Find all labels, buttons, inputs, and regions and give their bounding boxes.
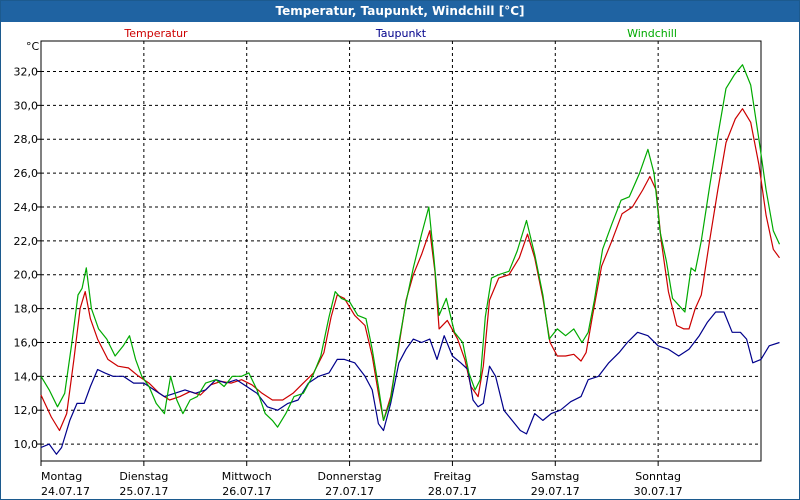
legend-temperatur: Temperatur — [123, 27, 188, 40]
plot-area — [40, 40, 762, 462]
chart-window: 10,0 12,0 14,0 16,0 18,0 20,0 22,0 24,0 26,0 28,0… — [0, 0, 800, 500]
x-tick-date: 25.07.17 — [119, 485, 168, 498]
y-tick-label: 32,0 — [14, 65, 39, 78]
y-tick-label: 14,0 — [14, 370, 39, 383]
x-tick-day: Donnerstag — [317, 470, 381, 483]
x-tick-date: 29.07.17 — [531, 485, 580, 498]
x-tick-date: 26.07.17 — [222, 485, 271, 498]
y-tick-label: 24,0 — [14, 201, 39, 214]
y-tick-label: 20,0 — [14, 269, 39, 282]
x-tick-date: 28.07.17 — [428, 485, 477, 498]
x-tick-day: Dienstag — [119, 470, 168, 483]
y-axis-label: °C — [26, 40, 40, 53]
x-axis: Montag 24.07.17 Dienstag 25.07.17 Mittwoch 26… — [40, 461, 683, 498]
x-tick-day: Mittwoch — [222, 470, 272, 483]
y-tick-label: 22,0 — [14, 235, 39, 248]
window-title: Temperatur, Taupunkt, Windchill [°C] — [1, 1, 799, 22]
x-tick-date: 24.07.17 — [41, 485, 90, 498]
x-tick-date: 27.07.17 — [325, 485, 374, 498]
chart-canvas: 10,0 12,0 14,0 16,0 18,0 20,0 22,0 24,0 26,0 28,0… — [14, 27, 781, 498]
y-tick-label: 28,0 — [14, 133, 39, 146]
y-tick-label: 18,0 — [14, 303, 39, 316]
y-tick-label: 12,0 — [14, 404, 39, 417]
x-tick-date: 30.07.17 — [634, 485, 683, 498]
legend-windchill: Windchill — [627, 27, 677, 40]
y-tick-label: 26,0 — [14, 167, 39, 180]
x-tick-day: Sonntag — [635, 470, 681, 483]
y-tick-label: 10,0 — [14, 438, 39, 451]
legend-taupunkt: Taupunkt — [375, 27, 427, 40]
x-tick-day: Montag — [41, 470, 82, 483]
x-tick-day: Samstag — [531, 470, 579, 483]
y-tick-label: 30,0 — [14, 99, 39, 112]
y-axis: 10,0 12,0 14,0 16,0 18,0 20,0 22,0 24,0 26,0 28,0… — [14, 65, 41, 451]
y-tick-label: 16,0 — [14, 336, 39, 349]
x-tick-day: Freitag — [434, 470, 472, 483]
